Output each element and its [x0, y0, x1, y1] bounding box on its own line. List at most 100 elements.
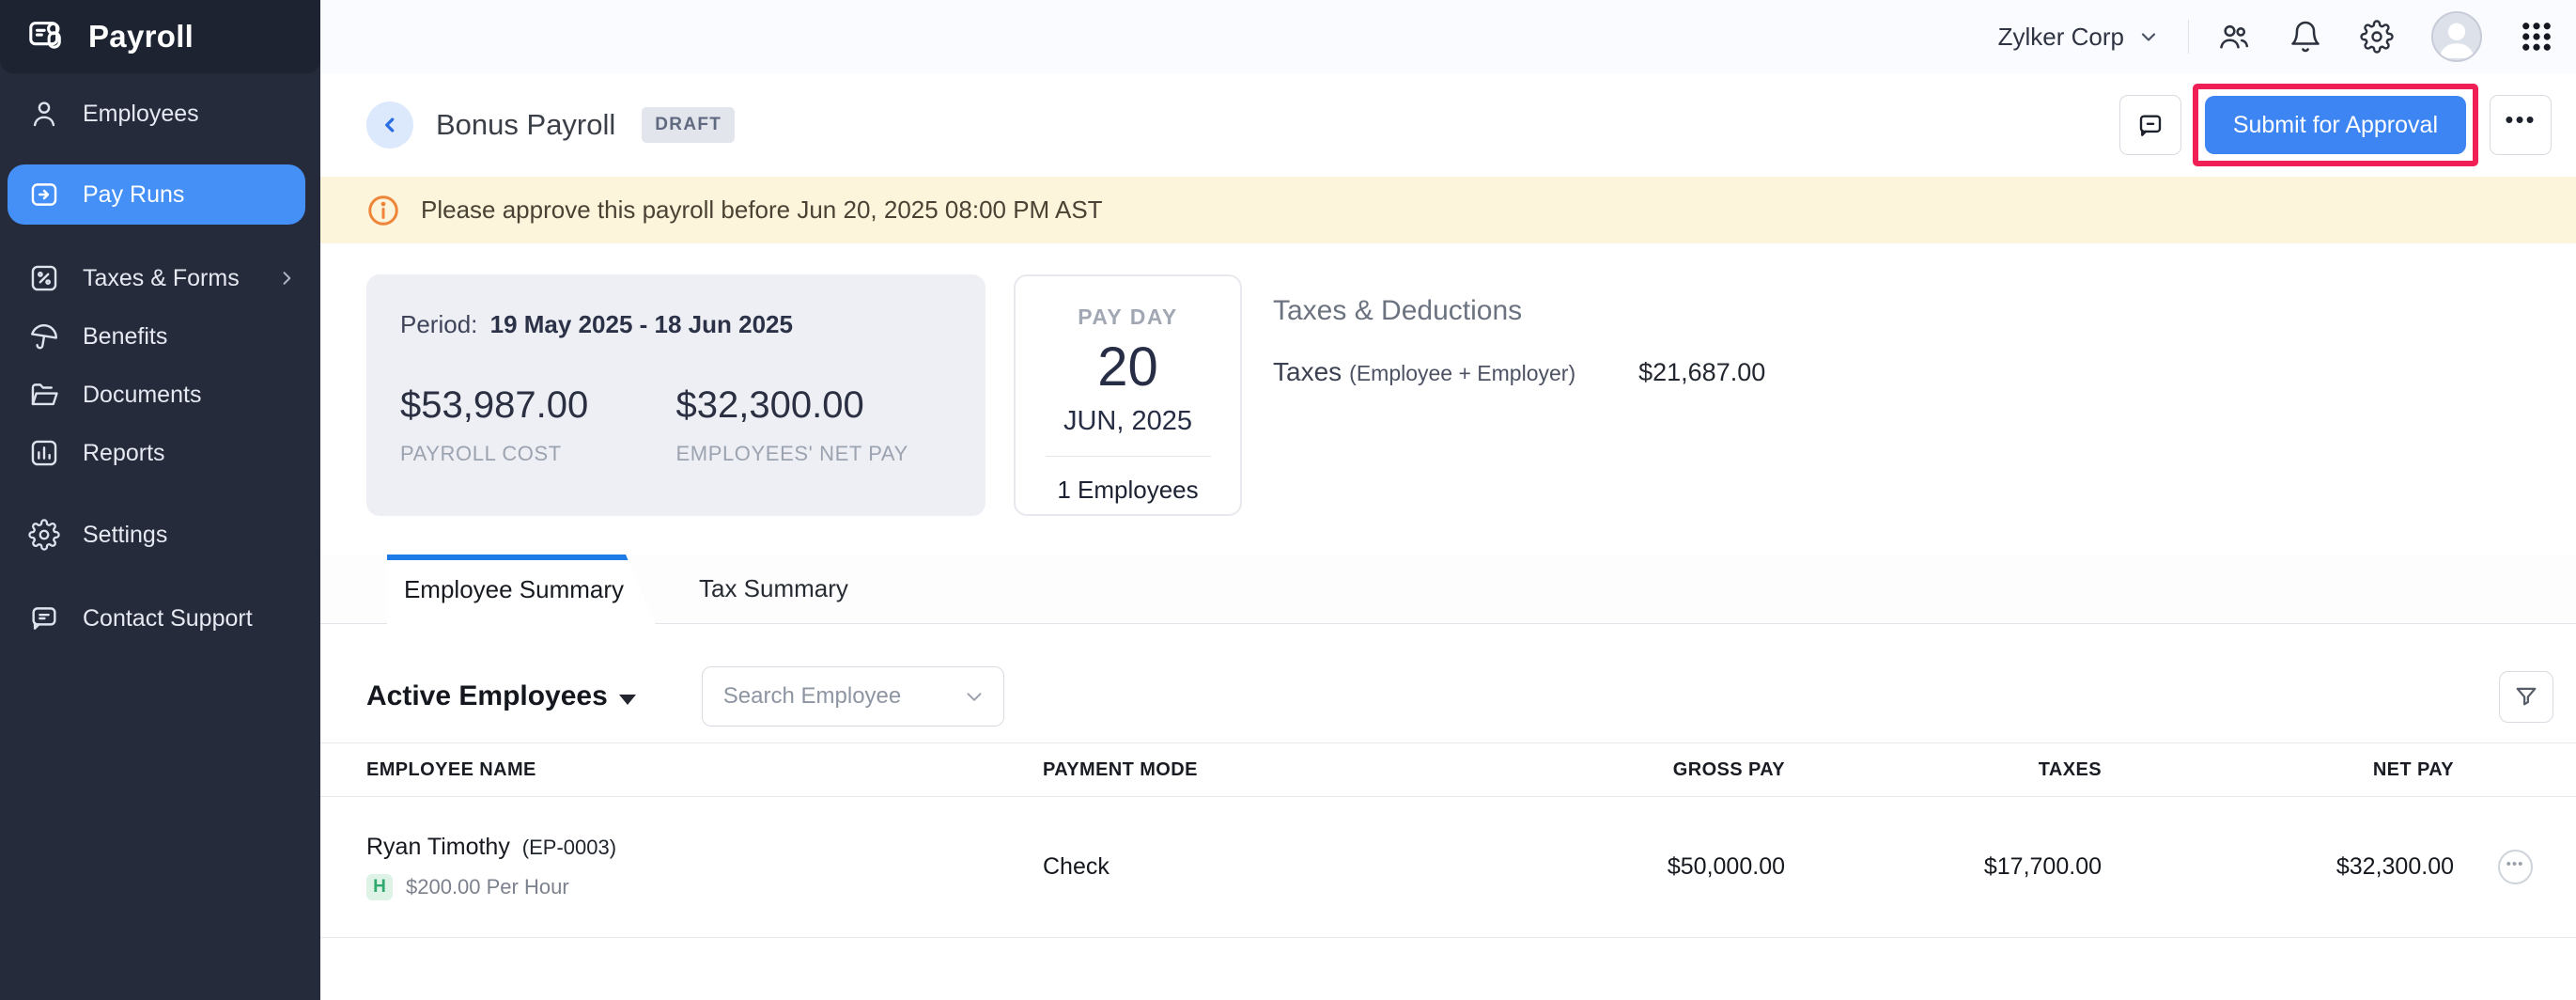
- search-employee-input[interactable]: [723, 683, 962, 710]
- hourly-badge: H: [366, 874, 393, 900]
- sidebar-item-taxes-forms[interactable]: Taxes & Forms: [0, 249, 320, 307]
- folder-icon: [28, 379, 60, 411]
- period-label: Period:: [400, 310, 477, 338]
- sidebar-item-contact-support[interactable]: Contact Support: [0, 589, 320, 648]
- tab-employee-summary[interactable]: Employee Summary: [387, 555, 660, 625]
- users-button[interactable]: [2217, 20, 2251, 54]
- chevron-down-icon: [962, 684, 986, 709]
- employee-toolbar: Active Employees: [320, 624, 2576, 727]
- sidebar-item-label: Reports: [83, 440, 165, 467]
- sidebar-item-label: Taxes & Forms: [83, 265, 240, 292]
- info-icon: [366, 194, 400, 227]
- tab-tax-summary[interactable]: Tax Summary: [699, 555, 848, 623]
- tab-label: Tax Summary: [699, 574, 848, 603]
- employees-net-pay: $32,300.00 EMPLOYEES' NET PAY: [676, 384, 953, 466]
- avatar[interactable]: [2431, 11, 2482, 62]
- tab-label: Employee Summary: [404, 575, 643, 604]
- gross-pay-cell: $50,000.00: [1447, 853, 1785, 881]
- settings-button[interactable]: [2360, 20, 2394, 54]
- pay-runs-icon: [28, 179, 60, 211]
- more-button[interactable]: •••: [2490, 95, 2552, 155]
- banner-message: Please approve this payroll before Jun 2…: [421, 195, 1103, 225]
- summary-section: Period: 19 May 2025 - 18 Jun 2025 $53,98…: [320, 243, 2576, 516]
- taxes-cell: $17,700.00: [1785, 853, 2102, 881]
- sidebar-item-label: Documents: [83, 382, 201, 409]
- column-header-gross-pay: GROSS PAY: [1447, 759, 1785, 781]
- org-switcher[interactable]: Zylker Corp: [1998, 23, 2160, 52]
- column-header-net-pay: NET PAY: [2102, 759, 2454, 781]
- sidebar: Payroll Employees Pay Runs: [0, 0, 320, 1000]
- sidebar-item-documents[interactable]: Documents: [0, 366, 320, 424]
- topbar-divider: [2188, 20, 2189, 54]
- column-header-employee-name: EMPLOYEE NAME: [366, 759, 1043, 781]
- taxes-row-label: Taxes: [1273, 357, 1342, 387]
- employee-filter-dropdown[interactable]: Active Employees: [366, 680, 636, 712]
- chevron-left-icon: [378, 113, 402, 137]
- table-row[interactable]: Ryan Timothy (EP-0003) H $200.00 Per Hou…: [320, 797, 2576, 938]
- table-header-row: EMPLOYEE NAME PAYMENT MODE GROSS PAY TAX…: [320, 742, 2576, 797]
- sidebar-nav: Employees Pay Runs Taxes & Forms: [0, 73, 320, 648]
- status-badge: DRAFT: [642, 107, 735, 143]
- sidebar-item-label: Contact Support: [83, 605, 253, 633]
- taxes-row: Taxes (Employee + Employer) $21,687.00: [1273, 357, 1765, 387]
- chat-bubble-icon: [28, 602, 60, 634]
- page-header-actions: Submit for Approval •••: [2119, 84, 2552, 166]
- net-pay-label: EMPLOYEES' NET PAY: [676, 442, 953, 466]
- net-pay-cell: $32,300.00: [2102, 853, 2454, 881]
- topbar-icons: [2217, 11, 2553, 62]
- tabs: Employee Summary Tax Summary: [320, 555, 2576, 624]
- gear-icon: [28, 519, 60, 551]
- pay-day-month-year: JUN, 2025: [1063, 406, 1192, 437]
- employee-summary-table: EMPLOYEE NAME PAYMENT MODE GROSS PAY TAX…: [320, 742, 2576, 938]
- sidebar-item-benefits[interactable]: Benefits: [0, 307, 320, 366]
- page-title: Bonus Payroll: [436, 108, 615, 142]
- comment-icon: [2136, 111, 2165, 139]
- search-employee-combobox[interactable]: [702, 666, 1004, 727]
- sidebar-item-pay-runs[interactable]: Pay Runs: [8, 164, 305, 225]
- app-logo: Payroll: [0, 0, 320, 73]
- period-amounts: $53,987.00 PAYROLL COST $32,300.00 EMPLO…: [400, 384, 952, 466]
- period-value: 19 May 2025 - 18 Jun 2025: [490, 310, 793, 338]
- taxes-row-value: $21,687.00: [1638, 358, 1765, 387]
- sidebar-item-label: Pay Runs: [83, 181, 184, 209]
- app-window: Payroll Employees Pay Runs: [0, 0, 2576, 1000]
- sidebar-item-reports[interactable]: Reports: [0, 424, 320, 482]
- payroll-logo-icon: [26, 15, 70, 58]
- apps-grid-button[interactable]: [2520, 20, 2553, 54]
- row-actions-cell: •••: [2454, 850, 2576, 884]
- sidebar-item-label: Settings: [83, 522, 167, 549]
- employee-cell: Ryan Timothy (EP-0003) H $200.00 Per Hou…: [366, 834, 1043, 900]
- notifications-button[interactable]: [2289, 20, 2322, 54]
- payment-mode-cell: Check: [1043, 853, 1447, 881]
- employee-id: (EP-0003): [522, 836, 616, 859]
- app-name: Payroll: [88, 19, 194, 55]
- apps-grid-icon: [2520, 20, 2553, 54]
- pay-day-number: 20: [1097, 336, 1158, 398]
- filter-button[interactable]: [2499, 671, 2553, 723]
- row-more-button[interactable]: •••: [2498, 850, 2533, 884]
- umbrella-icon: [28, 320, 60, 352]
- page-header-left: Bonus Payroll DRAFT: [366, 102, 735, 148]
- employee-name[interactable]: Ryan Timothy: [366, 834, 510, 860]
- bar-chart-icon: [28, 437, 60, 469]
- back-button[interactable]: [366, 102, 413, 148]
- column-header-payment-mode: PAYMENT MODE: [1043, 759, 1447, 781]
- submit-for-approval-button[interactable]: Submit for Approval: [2205, 96, 2466, 154]
- pay-day-label: PAY DAY: [1078, 305, 1177, 330]
- payroll-cost: $53,987.00 PAYROLL COST: [400, 384, 676, 466]
- payroll-cost-label: PAYROLL COST: [400, 442, 676, 466]
- comments-button[interactable]: [2119, 95, 2181, 155]
- employee-filter-label: Active Employees: [366, 680, 608, 712]
- avatar-silhouette-icon: [2433, 13, 2480, 60]
- person-icon: [28, 98, 60, 130]
- pay-day-divider: [1046, 456, 1211, 457]
- period-card: Period: 19 May 2025 - 18 Jun 2025 $53,98…: [366, 274, 985, 516]
- funnel-icon: [2513, 683, 2539, 710]
- sidebar-item-label: Employees: [83, 101, 199, 128]
- sidebar-item-employees[interactable]: Employees: [0, 85, 320, 143]
- sidebar-item-settings[interactable]: Settings: [0, 506, 320, 564]
- active-tab-accent: [387, 555, 660, 560]
- users-icon: [2217, 20, 2251, 54]
- page-header: Bonus Payroll DRAFT Submit for Approval …: [320, 73, 2576, 177]
- gear-icon: [2360, 20, 2394, 54]
